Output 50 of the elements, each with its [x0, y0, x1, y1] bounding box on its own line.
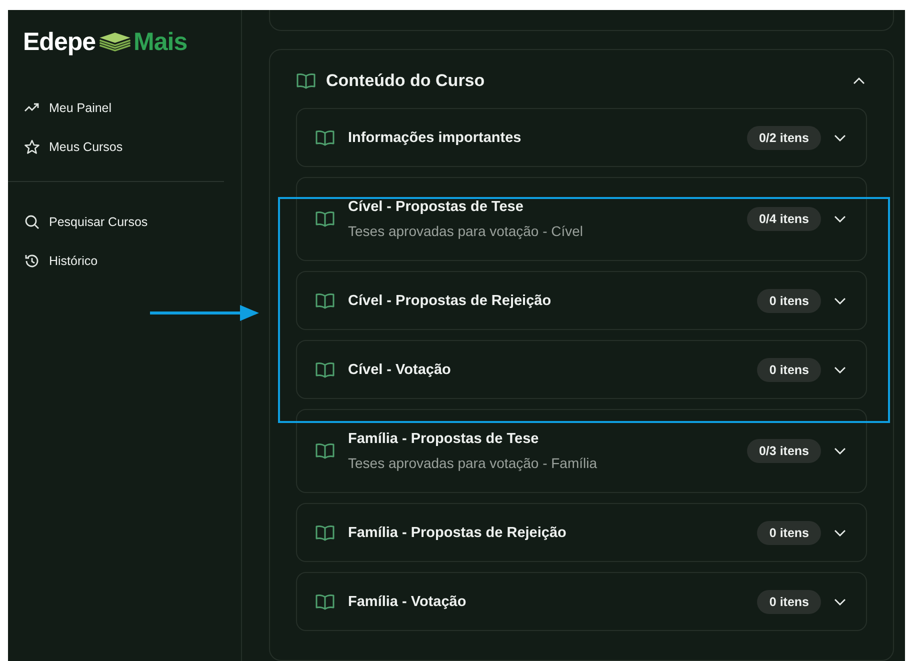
- book-icon: [296, 72, 316, 90]
- section-title: Conteúdo do Curso: [326, 71, 486, 91]
- nav-item[interactable]: Meus Cursos: [24, 137, 241, 157]
- module-row[interactable]: Cível - Propostas de Rejeição 0 itens: [296, 271, 867, 330]
- module-title: Informações importantes: [348, 130, 522, 146]
- book-icon: [315, 210, 335, 228]
- chevron-icon: [834, 215, 846, 223]
- search-icon: [24, 214, 40, 230]
- item-count-badge: 0 itens: [757, 358, 821, 382]
- module-row[interactable]: Família - Propostas de Rejeição 0 itens: [296, 503, 867, 562]
- module-title: Família - Propostas de Rejeição: [348, 524, 568, 540]
- module-title: Cível - Propostas de Tese: [348, 199, 524, 215]
- nav-item[interactable]: Meu Painel: [24, 98, 241, 118]
- logo-text: Edepe: [23, 28, 96, 56]
- module-row[interactable]: Família - Votação 0 itens: [296, 572, 867, 631]
- chevron-icon: [834, 296, 846, 304]
- chevron-icon: [834, 598, 846, 606]
- item-count-badge: 0 itens: [757, 590, 821, 614]
- book-icon: [315, 128, 335, 146]
- chevron-icon: [834, 134, 846, 142]
- module-row[interactable]: Família - Propostas de Tese Teses aprovadas para votação - Família 0/3 itens: [296, 409, 867, 493]
- module-row[interactable]: Cível - Votação 0 itens: [296, 340, 867, 399]
- module-subtitle: Teses aprovadas para votação - Cível: [348, 223, 584, 239]
- module-title: Cível - Votação: [348, 362, 452, 378]
- star-icon: [24, 139, 40, 155]
- book-icon: [315, 292, 335, 310]
- module-title: Família - Propostas de Tese: [348, 431, 540, 447]
- history-icon: [24, 253, 40, 269]
- chevron-icon: [834, 447, 846, 455]
- book-icon: [315, 592, 335, 610]
- item-count-badge: 0 itens: [757, 520, 821, 544]
- logo-text: Mais: [134, 28, 188, 56]
- nav-item[interactable]: Pesquisar Cursos: [24, 212, 241, 232]
- book-icon: [315, 442, 335, 460]
- chevron-icon: [834, 366, 846, 374]
- item-count-badge: 0/4 itens: [746, 207, 821, 231]
- module-title: Família - Votação: [348, 594, 468, 610]
- nav-item[interactable]: Histórico: [24, 251, 241, 271]
- chevron-icon: [853, 77, 865, 85]
- module-title: Cível - Propostas de Rejeição: [348, 292, 552, 308]
- module-row[interactable]: Cível - Propostas de Tese Teses aprovadas para votação - Cível 0/4 itens: [296, 177, 867, 261]
- book-stack-icon: [98, 30, 132, 54]
- item-count-badge: 0 itens: [757, 288, 821, 312]
- book-icon: [315, 524, 335, 542]
- module-row[interactable]: Informações importantes 0/2 itens: [296, 108, 867, 167]
- item-count-badge: 0/2 itens: [746, 126, 821, 150]
- chevron-icon: [834, 528, 846, 536]
- book-icon: [315, 360, 335, 378]
- item-count-badge: 0/3 itens: [746, 439, 821, 463]
- module-subtitle: Teses aprovadas para votação - Família: [348, 455, 598, 471]
